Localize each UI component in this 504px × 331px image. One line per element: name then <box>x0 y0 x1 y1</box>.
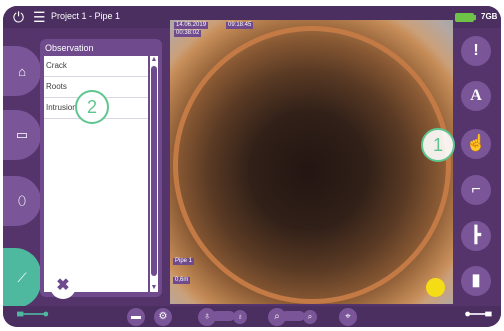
panel-title: Observation <box>45 43 94 53</box>
scroll-up-arrow-icon[interactable]: ▲ <box>150 56 158 64</box>
text-annotation-icon[interactable]: A <box>461 81 491 111</box>
time-overlay: 09:18:45 <box>226 22 254 29</box>
settings-button[interactable]: ⚙ <box>154 308 172 326</box>
folder-icon: ▭ <box>15 127 29 142</box>
camera-probe-icon: ⬯ <box>17 193 27 208</box>
left-nav: ⌂ ▭ ⬯ ⟋ <box>3 28 41 308</box>
exclamation-icon[interactable]: ! <box>461 36 491 66</box>
pipe-branch-icon[interactable]: ┣ <box>461 221 491 251</box>
nav-home-button[interactable]: ⌂ <box>3 46 41 96</box>
list-item[interactable]: Crack <box>44 56 148 77</box>
nav-folder-button[interactable]: ▭ <box>3 110 41 160</box>
duration-overlay: 00:38:02 <box>174 30 202 37</box>
nav-crawler-button[interactable]: ⟋ <box>3 248 41 308</box>
close-icon: ✖ <box>56 277 70 294</box>
battery-icon <box>455 13 474 22</box>
camera-feed: 14.06.2019 09:18:45 00:38:02 Pipe 1 0,6m <box>170 20 453 304</box>
screen-frame: ⏻ ☰ Project 1 - Pipe 1 7GB ⌂ ▭ ⬯ ⟋ Obser… <box>0 0 504 331</box>
storage-label: 7GB <box>481 12 498 21</box>
observation-panel: Observation Crack Roots Intrusion ▲ ▼ ✖ <box>40 39 162 299</box>
date-overlay: 14.06.2019 <box>174 22 209 29</box>
right-connector-icon <box>465 311 492 317</box>
pipe-straight-icon[interactable]: ▮ <box>461 266 491 296</box>
close-button[interactable]: ✖ <box>50 273 76 299</box>
pipe-ring <box>173 26 451 304</box>
power-icon[interactable]: ⏻ <box>13 10 24 24</box>
callout-one: 1 <box>421 128 455 162</box>
settings-icon: ⚙ <box>158 311 168 322</box>
zoom-slider[interactable] <box>281 311 305 321</box>
nav-probe-button[interactable]: ⬯ <box>3 176 41 226</box>
pipe-bend-icon[interactable]: ⌐ <box>461 175 491 205</box>
inspection-device: ⏻ ☰ Project 1 - Pipe 1 7GB ⌂ ▭ ⬯ ⟋ Obser… <box>3 6 501 327</box>
zoom-out-button[interactable]: ⌕ <box>303 310 317 324</box>
bottom-bar: ▬ ⚙ ♁ ♁ ⌕ ⌕ ⌖ <box>3 306 501 327</box>
location-button[interactable]: ⌖ <box>339 308 357 326</box>
scroll-thumb[interactable] <box>151 66 157 276</box>
right-toolbar: ! A ☝ ⌐ ┣ ▮ <box>458 28 501 298</box>
location-pin-icon: ⌖ <box>345 311 351 322</box>
crawler-icon: ⟋ <box>17 270 27 285</box>
ruler-icon: ▬ <box>131 311 141 322</box>
scroll-down-arrow-icon[interactable]: ▼ <box>150 284 158 292</box>
zoom-icon: ⌕ <box>274 311 280 322</box>
hamburger-menu-icon[interactable]: ☰ <box>33 10 46 24</box>
hand-point-icon[interactable]: ☝ <box>461 129 491 159</box>
scrollbar[interactable]: ▲ ▼ <box>150 56 158 292</box>
status-indicator-dot <box>426 278 445 297</box>
light-icon: ♁ <box>203 311 211 322</box>
battery-tip <box>474 15 476 20</box>
distance-overlay: 0,6m <box>173 277 191 284</box>
light-small-icon: ♁ <box>237 312 243 321</box>
home-icon: ⌂ <box>18 63 26 79</box>
ruler-button[interactable]: ▬ <box>127 308 145 326</box>
pipe-label-overlay: Pipe 1 <box>173 258 195 265</box>
light-down-button[interactable]: ♁ <box>233 310 247 324</box>
left-connector-icon <box>17 311 49 317</box>
project-title: Project 1 - Pipe 1 <box>51 11 121 21</box>
light-slider[interactable] <box>211 311 235 321</box>
callout-two: 2 <box>75 90 109 124</box>
zoom-small-icon: ⌕ <box>307 312 313 321</box>
